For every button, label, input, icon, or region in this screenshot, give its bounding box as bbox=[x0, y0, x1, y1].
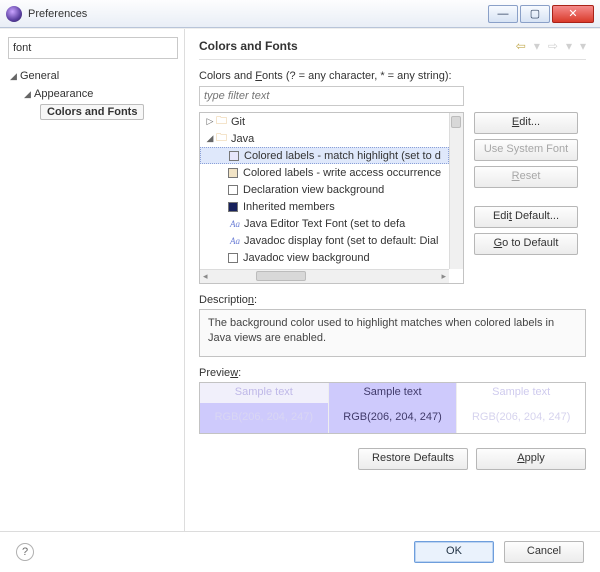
dialog-footer: ? OK Cancel bbox=[0, 531, 600, 571]
cancel-button[interactable]: Cancel bbox=[504, 541, 584, 563]
title-bar: Preferences — ▢ ✕ bbox=[0, 0, 600, 28]
go-to-default-button[interactable]: Go to Default bbox=[474, 233, 578, 255]
filter-label: Colors and Fonts (? = any character, * =… bbox=[199, 70, 586, 82]
preview-rgb: RGB(206, 204, 247) bbox=[329, 403, 457, 433]
tree-item-match-highlight[interactable]: Colored labels - match highlight (set to… bbox=[200, 147, 449, 164]
minimize-button[interactable]: — bbox=[488, 5, 518, 23]
window-title: Preferences bbox=[28, 8, 488, 20]
preview-sample: Sample text bbox=[200, 383, 328, 403]
preview-sample: Sample text bbox=[457, 383, 585, 403]
tree-item-inherited[interactable]: Inherited members bbox=[200, 198, 449, 215]
close-button[interactable]: ✕ bbox=[552, 5, 594, 23]
app-icon bbox=[6, 6, 22, 22]
page-nav: ⇦▾ ⇨▾ ▾ bbox=[516, 39, 586, 53]
description-text: The background color used to highlight m… bbox=[199, 309, 586, 357]
scrollbar-horizontal[interactable] bbox=[200, 269, 449, 283]
colors-fonts-tree[interactable]: ▷🗀Git ◢🗀Java Colored labels - match high… bbox=[199, 112, 464, 284]
category-panel: ◢General ◢Appearance Colors and Fonts bbox=[0, 29, 185, 531]
edit-button[interactable]: Edit... bbox=[474, 112, 578, 134]
scrollbar-horizontal-thumb[interactable] bbox=[256, 271, 306, 281]
page-title: Colors and Fonts bbox=[199, 39, 516, 53]
font-icon: Aa bbox=[228, 236, 242, 246]
preview-label: Preview: bbox=[199, 367, 586, 379]
tree-item-git[interactable]: ▷🗀Git bbox=[200, 113, 449, 130]
category-tree[interactable]: ◢General ◢Appearance Colors and Fonts bbox=[8, 67, 178, 121]
tree-item-general[interactable]: ◢General bbox=[8, 67, 178, 85]
tree-label: Appearance bbox=[34, 88, 93, 100]
maximize-button[interactable]: ▢ bbox=[520, 5, 550, 23]
font-icon: Aa bbox=[228, 219, 242, 229]
preferences-page: Colors and Fonts ⇦▾ ⇨▾ ▾ Colors and Font… bbox=[185, 29, 600, 531]
scrollbar-vertical-thumb[interactable] bbox=[451, 116, 461, 128]
tree-item-java[interactable]: ◢🗀Java bbox=[200, 130, 449, 147]
preview-box: Sample text RGB(206, 204, 247) Sample te… bbox=[199, 382, 586, 434]
tree-filter-input[interactable] bbox=[199, 86, 464, 106]
use-system-font-button[interactable]: Use System Font bbox=[474, 139, 578, 161]
color-swatch-icon bbox=[228, 202, 238, 212]
ok-button[interactable]: OK bbox=[414, 541, 494, 563]
tree-item-declaration-bg[interactable]: Declaration view background bbox=[200, 181, 449, 198]
help-icon[interactable]: ? bbox=[16, 543, 34, 561]
preview-rgb: RGB(206, 204, 247) bbox=[200, 403, 328, 433]
filter-input[interactable] bbox=[8, 37, 178, 59]
scroll-left-icon[interactable]: ◂ bbox=[203, 271, 208, 282]
tree-label: General bbox=[20, 70, 59, 82]
tree-item-colors-and-fonts[interactable]: Colors and Fonts bbox=[8, 103, 178, 121]
tree-item-appearance[interactable]: ◢Appearance bbox=[8, 85, 178, 103]
preview-rgb: RGB(206, 204, 247) bbox=[457, 403, 585, 433]
tree-item-javadoc-font[interactable]: AaJavadoc display font (set to default: … bbox=[200, 232, 449, 249]
color-swatch-icon bbox=[228, 168, 238, 178]
reset-button[interactable]: Reset bbox=[474, 166, 578, 188]
forward-icon[interactable]: ⇨ bbox=[548, 39, 558, 53]
edit-default-button[interactable]: Edit Default... bbox=[474, 206, 578, 228]
restore-defaults-button[interactable]: Restore Defaults bbox=[358, 448, 468, 470]
apply-button[interactable]: Apply bbox=[476, 448, 586, 470]
tree-item-javadoc-bg[interactable]: Javadoc view background bbox=[200, 249, 449, 266]
color-swatch-icon bbox=[228, 253, 238, 263]
color-swatch-icon bbox=[228, 185, 238, 195]
scroll-right-icon[interactable]: ▸ bbox=[441, 271, 446, 282]
color-swatch-icon bbox=[229, 151, 239, 161]
scrollbar-vertical[interactable] bbox=[449, 113, 463, 269]
preview-sample: Sample text bbox=[329, 383, 457, 403]
back-icon[interactable]: ⇦ bbox=[516, 39, 526, 53]
description-label: Description: bbox=[199, 294, 586, 306]
tree-item-editor-font[interactable]: AaJava Editor Text Font (set to defa bbox=[200, 215, 449, 232]
tree-item-write-access[interactable]: Colored labels - write access occurrence bbox=[200, 164, 449, 181]
folder-icon: 🗀 bbox=[216, 129, 227, 148]
